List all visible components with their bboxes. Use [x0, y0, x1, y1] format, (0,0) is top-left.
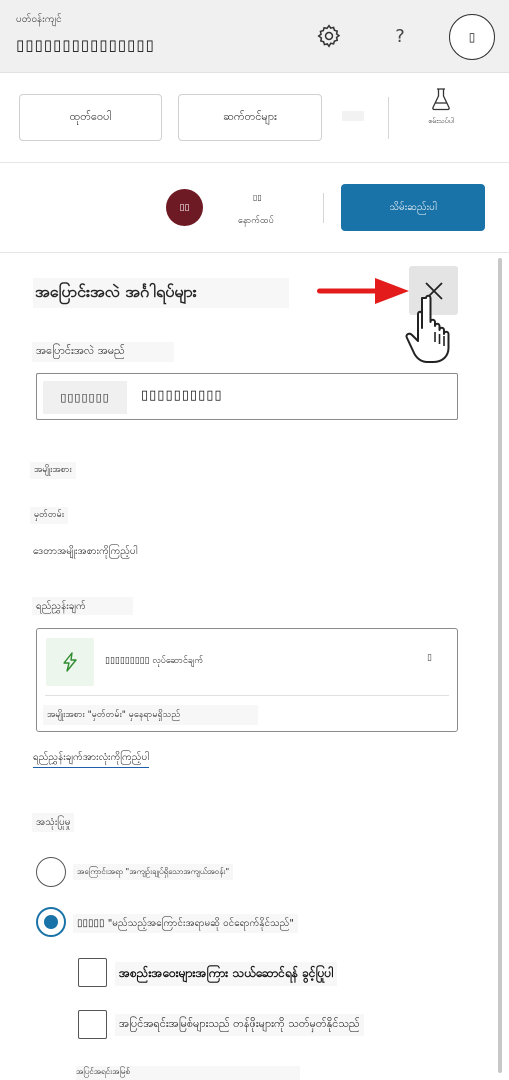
flask-icon	[432, 88, 450, 111]
carry-over-checkbox[interactable]	[78, 958, 107, 987]
avatar[interactable]: ▯	[449, 14, 495, 60]
external-set-checkbox[interactable]	[78, 1010, 107, 1039]
hand-pointer-icon	[405, 294, 450, 363]
trigger-card[interactable]: ▯▯▯▯▯▯▯▯▯ လုပ်ဆောင်ချက် ▯ အမျိုးအစား "မှ…	[36, 628, 458, 732]
command-bar: ထုတ်ဝေပါ ဆက်တင်များ စမ်းသပ်ပါ	[0, 73, 509, 163]
usage-label: အသုံးပြုမှု	[32, 813, 75, 832]
usage-radio-2[interactable]	[36, 907, 66, 937]
environment-name[interactable]: ▯▯▯▯▯▯▯▯▯▯▯▯▯▯▯	[16, 36, 155, 54]
name-prefix: ▯▯▯▯▯▯▯	[43, 381, 127, 414]
test-button[interactable]: စမ်းသပ်ပါ	[418, 87, 464, 147]
category-label: မှတ်တမ်း	[30, 507, 69, 524]
publish-preview-button[interactable]: ထုတ်ဝေပါ	[19, 94, 162, 141]
type-label: အမျိုးအစား	[30, 462, 76, 479]
trigger-name: ▯▯▯▯▯▯▯▯▯ လုပ်ဆောင်ချက်	[105, 656, 204, 666]
usage-radio-1-label: အကြောင်းအရာ "အကျဉ်းချုပ်ရှိသောအကျယ်အဝန်း…	[73, 864, 234, 880]
divider	[388, 97, 389, 139]
name-label: အပြောင်းအလဲ အမည်	[32, 342, 174, 362]
help-icon[interactable]: ?	[386, 22, 414, 50]
trigger-label: ရည်ညွှန်းချက်	[32, 597, 133, 615]
settings-button[interactable]: ဆက်တင်များ	[178, 94, 322, 141]
divider	[323, 193, 324, 223]
status-small-text: ▯▯	[253, 193, 262, 202]
status-bar: ▯▯ ▯▯ နောက်ထပ် သိမ်းဆည်းပါ	[0, 163, 509, 253]
status-text: နောက်ထပ်	[238, 216, 274, 226]
trigger-note: အမျိုးအစား "မှတ်တမ်း" မှနေရာမရှိသည်	[43, 705, 258, 725]
usage-radio-2-label: ▯▯▯▯▯ "မည်သည့်အကြောင်းအရာမဆို ဝင်ရောက်နိ…	[73, 914, 298, 933]
flash-icon-box	[46, 638, 94, 686]
type-value: ဒေတာအမျိုးအစားကိုကြည့်ပါ	[33, 546, 138, 557]
carry-over-label: အစည်းအဝေးများအကြား သယ်ဆောင်ရန် ခွင့်ပြုပ…	[115, 962, 338, 986]
red-arrow-icon	[317, 278, 409, 304]
external-set-label: အပြင်အရင်းအမြစ်များသည် တန်ဖိုးများကို သတ…	[115, 1014, 364, 1036]
panel-title: အပြောင်းအလဲ အင်္ဂါရပ်များ	[33, 278, 289, 308]
usage-radio-1[interactable]	[36, 857, 66, 887]
test-label: စမ်းသပ်ပါ	[428, 117, 454, 125]
partial-row: အပြင်အရင်းအမြစ်	[76, 1066, 300, 1080]
status-badge: ▯▯	[166, 189, 203, 226]
top-bar: ပတ်ဝန်းကျင် ▯▯▯▯▯▯▯▯▯▯▯▯▯▯▯ ? ▯	[0, 0, 509, 73]
name-value: ▯▯▯▯▯▯▯▯▯▯	[141, 388, 223, 403]
environment-label: ပတ်ဝန်းကျင်	[16, 14, 62, 25]
settings-gear-icon[interactable]	[315, 22, 343, 50]
faint-placeholder	[342, 111, 364, 121]
lightning-icon	[63, 652, 77, 672]
view-all-triggers-link[interactable]: ရည်ညွှန်းချက်အားလုံးကိုကြည့်ပါ	[33, 750, 149, 768]
name-field[interactable]: ▯▯▯▯▯▯▯ ▯▯▯▯▯▯▯▯▯▯	[36, 373, 458, 420]
more-options-icon[interactable]: ▯	[427, 653, 432, 663]
divider	[45, 695, 449, 696]
save-button[interactable]: သိမ်းဆည်းပါ	[341, 184, 485, 231]
scrollbar[interactable]	[498, 258, 502, 1073]
